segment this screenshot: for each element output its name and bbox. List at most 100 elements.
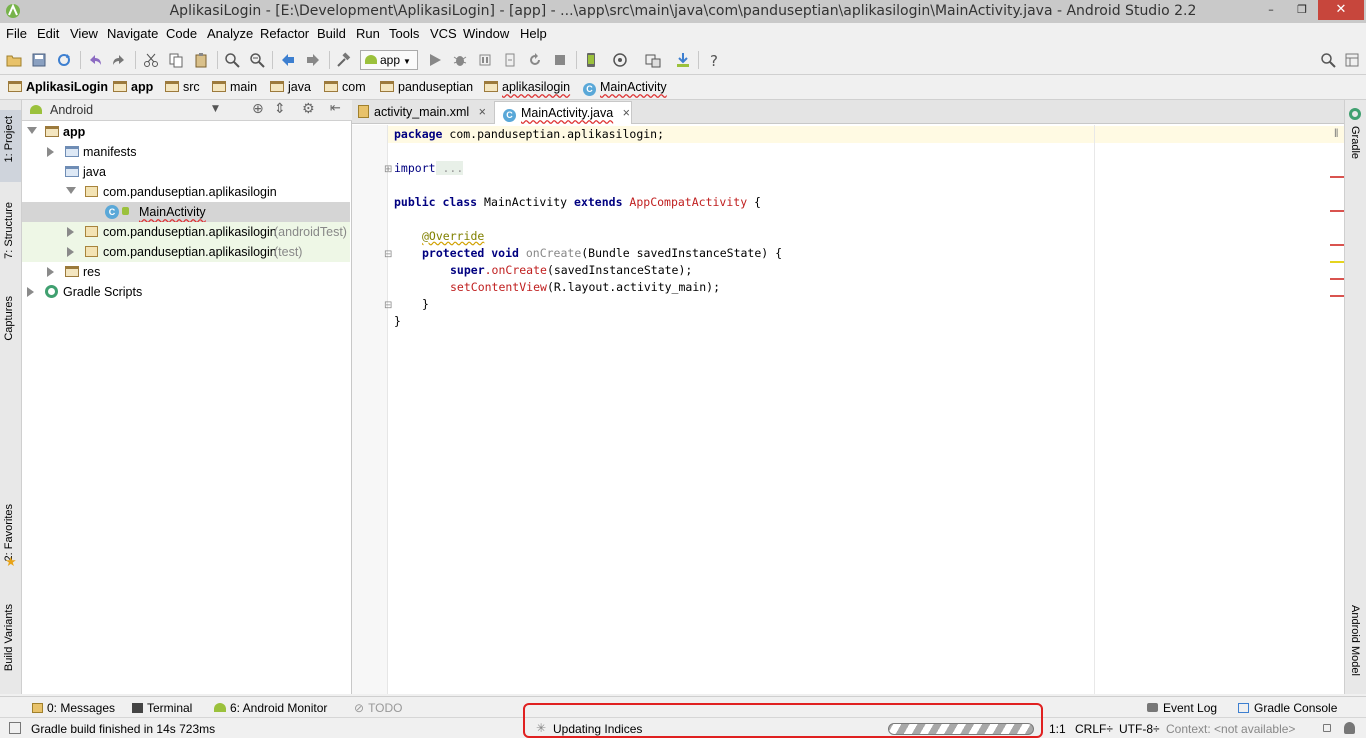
collapse-all-icon[interactable]: ⇕ (274, 101, 286, 117)
error-marker[interactable] (1330, 278, 1344, 280)
help-icon[interactable]: ? (706, 52, 722, 68)
forward-icon[interactable] (305, 52, 321, 68)
folded-imports[interactable]: ... (435, 161, 464, 175)
maximize-button[interactable]: ❐ (1287, 0, 1317, 20)
breadcrumb-main[interactable]: main (212, 80, 257, 97)
scroll-from-source-icon[interactable]: ⊕ (252, 101, 264, 117)
replace-icon[interactable] (249, 52, 265, 68)
breadcrumb-app[interactable]: app (113, 80, 153, 97)
menu-edit[interactable]: Edit (37, 26, 59, 41)
tree-item-gradle-scripts[interactable]: Gradle Scripts (22, 282, 350, 302)
menu-run[interactable]: Run (356, 26, 380, 41)
menu-tools[interactable]: Tools (389, 26, 419, 41)
paste-icon[interactable] (193, 52, 209, 68)
run-icon[interactable] (427, 52, 443, 68)
tool-gradle-console[interactable]: Gradle Console (1238, 701, 1337, 715)
expand-arrow-icon[interactable] (27, 287, 34, 297)
tree-item-res[interactable]: res (22, 262, 350, 282)
gear-icon[interactable]: ⚙ (302, 101, 315, 117)
sync-icon[interactable] (56, 52, 72, 68)
project-structure-icon[interactable] (645, 52, 661, 68)
expand-arrow-icon[interactable] (67, 227, 74, 237)
code-line[interactable]: } (394, 314, 401, 331)
tool-android-monitor[interactable]: 6: Android Monitor (214, 701, 327, 715)
breadcrumb-src[interactable]: src (165, 80, 200, 97)
tab-favorites[interactable]: 2: Favorites (3, 504, 15, 561)
back-icon[interactable] (280, 52, 296, 68)
tree-item-package-test[interactable]: com.panduseptian.aplikasilogin (test) (22, 242, 350, 262)
error-marker[interactable] (1330, 210, 1344, 212)
close-button[interactable]: ✕ (1318, 0, 1364, 20)
search-everywhere-icon[interactable] (1320, 52, 1336, 68)
error-marker[interactable] (1330, 176, 1344, 178)
code-line[interactable]: @Override (422, 229, 484, 246)
error-stripe-status-icon[interactable]: ǁ (1334, 128, 1338, 138)
save-icon[interactable] (31, 52, 47, 68)
copy-icon[interactable] (168, 52, 184, 68)
tree-item-app[interactable]: app (22, 122, 350, 142)
layout-icon[interactable] (1344, 52, 1360, 68)
code-line[interactable]: super.onCreate(savedInstanceState); (450, 263, 692, 280)
menu-build[interactable]: Build (317, 26, 346, 41)
tab-gradle[interactable]: Gradle (1349, 126, 1361, 159)
fold-icon[interactable]: ⊟ (384, 300, 392, 311)
tree-item-manifests[interactable]: manifests (22, 142, 350, 162)
run-config-select[interactable]: app ▼ (360, 50, 418, 70)
breadcrumb-panduseptian[interactable]: panduseptian (380, 80, 473, 97)
debug-icon[interactable] (452, 52, 468, 68)
expand-arrow-icon[interactable] (47, 147, 54, 157)
tree-item-java[interactable]: java (22, 162, 350, 182)
close-icon[interactable]: × (479, 105, 486, 119)
code-line[interactable]: public class MainActivity extends AppCom… (394, 195, 761, 212)
tree-item-mainactivity[interactable]: C MainActivity (22, 202, 350, 222)
tab-build-variants[interactable]: Build Variants (3, 604, 15, 671)
error-marker[interactable] (1330, 295, 1344, 297)
tab-structure[interactable]: 7: Structure (3, 202, 15, 259)
tool-terminal[interactable]: Terminal (132, 701, 192, 715)
cut-icon[interactable] (143, 52, 159, 68)
android-device-monitor-icon[interactable] (612, 52, 628, 68)
menu-vcs[interactable]: VCS (430, 26, 457, 41)
fold-icon[interactable]: ⊞ (384, 164, 392, 175)
caret-position[interactable]: 1:1 (1049, 722, 1066, 736)
code-line[interactable]: protected void onCreate(Bundle savedInst… (422, 246, 782, 263)
menu-code[interactable]: Code (166, 26, 197, 41)
fold-icon[interactable]: ⊟ (384, 249, 392, 260)
code-line[interactable]: setContentView(R.layout.activity_main); (450, 280, 720, 297)
hide-panel-icon[interactable]: ⇤ (330, 101, 341, 116)
redo-icon[interactable] (111, 52, 127, 68)
minimize-button[interactable]: – (1257, 0, 1285, 20)
menu-navigate[interactable]: Navigate (107, 26, 158, 41)
tab-project[interactable]: 1: Project (3, 116, 15, 162)
menu-refactor[interactable]: Refactor (260, 26, 309, 41)
tree-item-package-androidtest[interactable]: com.panduseptian.aplikasilogin (androidT… (22, 222, 350, 242)
undo-icon[interactable] (87, 52, 103, 68)
status-message[interactable]: Gradle build finished in 14s 723ms (31, 722, 215, 736)
menu-view[interactable]: View (70, 26, 98, 41)
sdk-manager-icon[interactable] (675, 52, 691, 68)
toggle-tool-windows-icon[interactable] (9, 722, 21, 734)
attach-debugger-icon[interactable] (477, 52, 493, 68)
code-line[interactable]: } (422, 297, 429, 314)
tool-messages[interactable]: 0: Messages (32, 701, 115, 715)
menu-file[interactable]: File (6, 26, 27, 41)
build-hammer-icon[interactable] (336, 52, 352, 68)
tab-android-model[interactable]: Android Model (1349, 605, 1361, 676)
expand-arrow-icon[interactable] (66, 187, 76, 194)
breadcrumb-java[interactable]: java (270, 80, 311, 97)
expand-arrow-icon[interactable] (67, 247, 74, 257)
breadcrumb-mainactivity[interactable]: C MainActivity (583, 80, 667, 97)
code-line[interactable]: import ... (394, 161, 464, 178)
error-marker[interactable] (1330, 244, 1344, 246)
open-folder-icon[interactable] (6, 52, 22, 68)
menu-help[interactable]: Help (520, 26, 547, 41)
tool-todo[interactable]: ⊘ TODO (354, 701, 403, 715)
hector-icon[interactable] (1344, 722, 1355, 734)
line-separator[interactable]: CRLF÷ (1075, 722, 1113, 736)
code-line[interactable]: package com.panduseptian.aplikasilogin; (394, 127, 664, 144)
menu-analyze[interactable]: Analyze (207, 26, 253, 41)
lock-icon[interactable] (1323, 724, 1331, 732)
tab-captures[interactable]: Captures (3, 296, 15, 341)
find-icon[interactable] (224, 52, 240, 68)
stop-icon[interactable] (552, 52, 568, 68)
